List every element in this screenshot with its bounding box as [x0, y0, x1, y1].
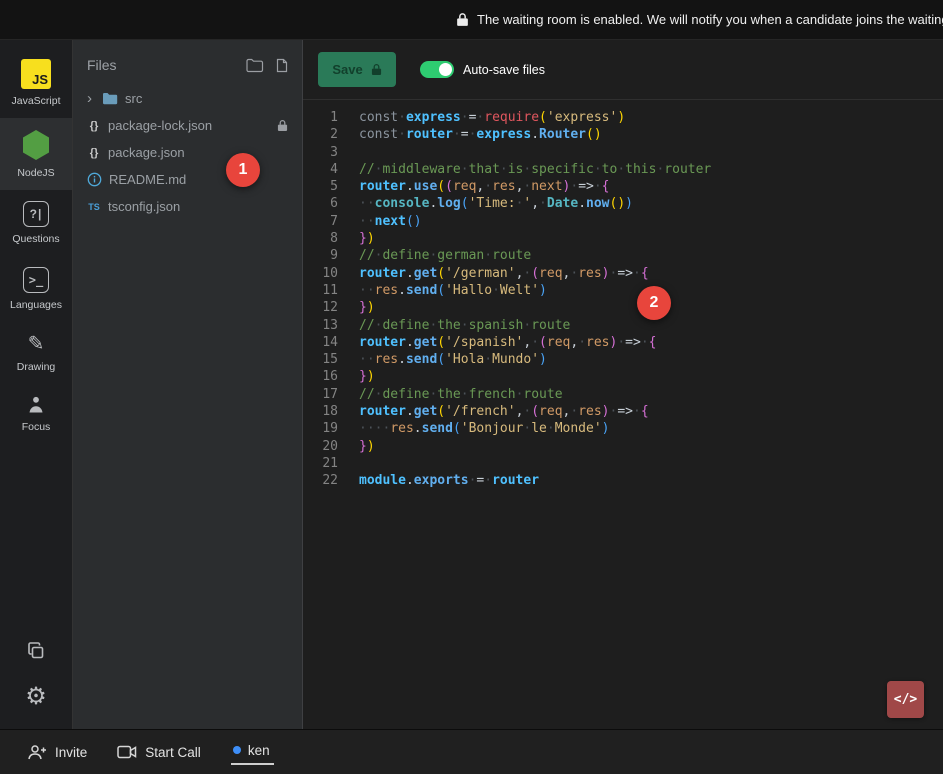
files-actions — [246, 58, 288, 73]
sidebar-item-label: Languages — [10, 299, 62, 311]
sidebar-item-javascript[interactable]: JS JavaScript — [0, 48, 72, 118]
sidebar-item-label: NodeJS — [17, 167, 54, 179]
file-label: package-lock.json — [108, 118, 212, 133]
file-item-src[interactable]: › src — [73, 85, 302, 112]
sidebar-item-drawing[interactable]: ✎ Drawing — [0, 322, 72, 384]
code-line-22: module.exports·=·router — [359, 472, 711, 489]
app-frame: JS JavaScript NodeJS ?| Questions >_ Languages… — [0, 40, 943, 729]
user-chip: ken — [231, 740, 274, 765]
nodejs-icon — [21, 129, 51, 161]
editor-pane: Save Auto-save files 1234567891011121314… — [303, 40, 943, 729]
sidebar-item-nodejs[interactable]: NodeJS — [0, 118, 72, 190]
lock-icon — [277, 119, 288, 132]
code-line-15: ··res.send('Hola·Mundo') — [359, 351, 711, 368]
sidebar-bottom: ⚙ — [25, 641, 47, 729]
chevron-right-icon: › — [87, 92, 95, 106]
waiting-room-text: The waiting room is enabled. We will not… — [477, 12, 943, 27]
copy-button[interactable] — [26, 641, 46, 661]
code-line-9: //·define·german·route — [359, 247, 711, 264]
info-icon — [87, 172, 102, 187]
file-label: src — [125, 91, 142, 106]
annotation-badge-2: 2 — [637, 286, 671, 320]
sidebar-item-label: Focus — [22, 421, 51, 433]
file-item-README.md[interactable]: README.md — [73, 166, 302, 193]
waiting-room-banner: The waiting room is enabled. We will not… — [0, 0, 943, 40]
save-button[interactable]: Save — [318, 52, 396, 87]
file-item-tsconfig.json[interactable]: TS tsconfig.json — [73, 193, 302, 220]
gear-icon: ⚙ — [25, 685, 47, 709]
code-editor[interactable]: 12345678910111213141516171819202122 cons… — [303, 100, 943, 490]
code-line-20: }) — [359, 438, 711, 455]
languages-terminal-icon: >_ — [23, 267, 49, 293]
video-camera-icon — [117, 745, 137, 759]
code-line-10: router.get('/german',·(req,·res)·=>·{ — [359, 265, 711, 282]
invite-person-icon — [27, 744, 47, 760]
new-file-button[interactable] — [276, 58, 288, 73]
code-line-16: }) — [359, 368, 711, 385]
save-label: Save — [332, 62, 362, 77]
code-glyph: </> — [894, 692, 917, 707]
focus-person-icon — [26, 395, 46, 415]
bottom-bar: Invite Start Call ken — [0, 729, 943, 774]
code-line-5: router.use((req,·res,·next)·=>·{ — [359, 178, 711, 195]
folder-icon — [102, 92, 118, 105]
code-line-21 — [359, 455, 711, 472]
code-line-17: //·define·the·french·route — [359, 386, 711, 403]
code-line-18: router.get('/french',·(req,·res)·=>·{ — [359, 403, 711, 420]
start-call-button[interactable]: Start Call — [117, 745, 201, 760]
file-item-package.json[interactable]: {} package.json — [73, 139, 302, 166]
file-list: › src {} package-lock.json {} package.json REA… — [73, 85, 302, 220]
code-line-7: ··next() — [359, 213, 711, 230]
toggle-knob — [439, 63, 452, 76]
file-label: tsconfig.json — [108, 199, 180, 214]
files-title: Files — [87, 57, 117, 73]
copy-icon — [26, 641, 46, 661]
file-label: README.md — [109, 172, 186, 187]
typescript-icon: TS — [87, 202, 101, 212]
questions-icon: ?| — [23, 201, 49, 227]
gutter: 12345678910111213141516171819202122 — [303, 109, 338, 490]
code-line-1: const·express·=·require('express') — [359, 109, 711, 126]
new-folder-button[interactable] — [246, 58, 264, 73]
files-header: Files — [73, 40, 302, 85]
code-line-2: const·router·=·express.Router() — [359, 126, 711, 143]
start-call-label: Start Call — [145, 745, 201, 760]
files-panel: Files › src {} package-lock.json {} package.j… — [73, 40, 303, 729]
autosave-label: Auto-save files — [463, 63, 545, 77]
invite-button[interactable]: Invite — [27, 744, 87, 760]
code-line-4: //·middleware·that·is·specific·to·this·r… — [359, 161, 711, 178]
drawing-pencil-icon: ✎ — [28, 333, 45, 355]
annotation-badge-1: 1 — [226, 153, 260, 187]
json-braces-icon: {} — [87, 120, 101, 132]
code-line-19: ····res.send('Bonjour·le·Monde') — [359, 420, 711, 437]
editor-toolbar: Save Auto-save files — [303, 40, 943, 100]
autosave-toggle[interactable] — [420, 61, 454, 78]
json-braces-icon: {} — [87, 147, 101, 159]
code-line-8: }) — [359, 230, 711, 247]
user-presence-dot — [233, 746, 241, 754]
user-name: ken — [248, 743, 270, 758]
lock-icon — [456, 12, 469, 27]
sidebar: JS JavaScript NodeJS ?| Questions >_ Languages… — [0, 40, 73, 729]
code-line-3 — [359, 144, 711, 161]
sidebar-item-focus[interactable]: Focus — [0, 384, 72, 444]
user-tab-ken[interactable]: ken — [231, 740, 274, 765]
settings-button[interactable]: ⚙ — [25, 685, 47, 709]
javascript-icon: JS — [21, 59, 51, 89]
sidebar-item-languages[interactable]: >_ Languages — [0, 256, 72, 322]
file-item-package-lock.json[interactable]: {} package-lock.json — [73, 112, 302, 139]
code-line-6: ··console.log('Time:·',·Date.now()) — [359, 195, 711, 212]
invite-label: Invite — [55, 745, 87, 760]
sidebar-item-label: Questions — [12, 233, 59, 245]
sidebar-item-label: Drawing — [17, 361, 56, 373]
code-output-button[interactable]: </> — [887, 681, 924, 718]
sidebar-nav: JS JavaScript NodeJS ?| Questions >_ Languages… — [0, 48, 72, 444]
autosave-control: Auto-save files — [420, 61, 545, 78]
sidebar-item-questions[interactable]: ?| Questions — [0, 190, 72, 256]
sidebar-item-label: JavaScript — [11, 95, 60, 107]
file-label: package.json — [108, 145, 185, 160]
code-line-14: router.get('/spanish',·(req,·res)·=>·{ — [359, 334, 711, 351]
save-lock-icon — [371, 63, 382, 76]
